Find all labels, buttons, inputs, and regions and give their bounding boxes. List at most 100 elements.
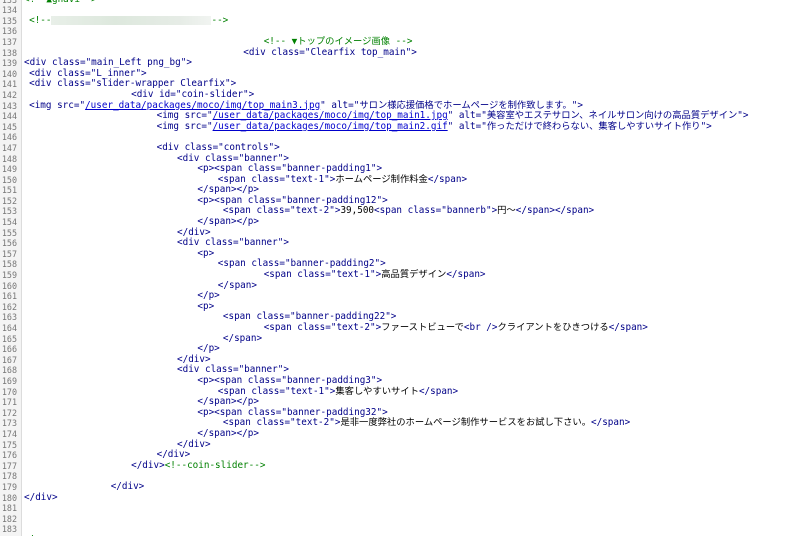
code-text: </div> xyxy=(24,492,58,504)
html-tag: </span> xyxy=(446,269,486,281)
src-link[interactable]: /user_data/packages/moco/img/top_main1.j… xyxy=(213,110,448,121)
html-tag: <span class="text-2"> xyxy=(263,322,382,334)
code-line: 159 <span class="text-1">高品質デザイン</span> xyxy=(0,269,800,281)
html-tag: <p><span class="banner-padding12"> xyxy=(197,194,388,206)
html-tag: </p> xyxy=(197,290,220,302)
code-text: <span class="text-2">39,500<span class="… xyxy=(24,206,594,217)
text-content: 集客しやすいサイト xyxy=(335,385,419,397)
line-number: 146 xyxy=(1,132,17,143)
line-number: 159 xyxy=(1,270,17,281)
code-line: 164 <span class="text-2">ファーストビューで<br />ク… xyxy=(0,322,800,334)
html-tag: <div class="banner"> xyxy=(177,237,289,249)
code-line: 180 </div> xyxy=(0,492,800,504)
line-number: 178 xyxy=(1,471,17,482)
line-number: 134 xyxy=(1,5,17,16)
code-text: <span class="text-2">ファーストビューで<br />クライア… xyxy=(24,322,648,334)
html-tag: </div> xyxy=(131,459,165,471)
line-number: 135 xyxy=(1,15,17,26)
code-line: 177 </div><!--coin-slider--> xyxy=(0,459,800,472)
line-number: 141 xyxy=(1,79,17,90)
html-tag: " alt="サロン様応援価格でホームページを制作致します。"> xyxy=(320,99,583,111)
text-content: 是非一度弊社のホームページ制作サービスをお試し下さい。 xyxy=(340,417,591,429)
line-number: 154 xyxy=(1,217,17,228)
html-tag: <p> xyxy=(197,247,215,259)
code-line: 154 </span></p> xyxy=(0,216,800,228)
line-number: 151 xyxy=(1,185,17,196)
code-line: 156 <div class="banner"> xyxy=(0,237,800,249)
html-tag: <span class="bannerb"> xyxy=(374,205,498,217)
code-text: <p> xyxy=(24,247,215,260)
line-number: 172 xyxy=(1,407,17,418)
line-number: 166 xyxy=(1,344,17,355)
html-tag: <div id="coin-slider"> xyxy=(131,88,255,100)
text-content: 高品質デザイン xyxy=(381,269,447,281)
html-tag: <p><span class="banner-padding1"> xyxy=(197,163,383,175)
code-line: 170 <span class="text-1">集客しやすいサイト</span> xyxy=(0,385,800,398)
html-comment: --> xyxy=(211,14,229,26)
line-number: 136 xyxy=(1,26,17,37)
code-line: 153 <span class="text-2">39,500<span clas… xyxy=(0,206,800,217)
html-tag: <p><span class="banner-padding3"> xyxy=(197,374,383,386)
code-line: 145 <img src="/user_data/packages/moco/im… xyxy=(0,120,800,133)
html-tag: <div class="main_Left png_bg"> xyxy=(24,57,192,69)
html-tag: </span> xyxy=(427,173,468,185)
line-number: 176 xyxy=(1,450,17,461)
html-comment: <!--coin-slider--> xyxy=(164,459,266,471)
html-tag: </span></span> xyxy=(515,205,595,217)
line-number: 156 xyxy=(1,238,17,249)
line-number: 150 xyxy=(1,174,17,185)
html-tag: <span class="text-1"> xyxy=(217,385,336,397)
code-line: 171 </span></p> xyxy=(0,396,800,408)
html-tag: </span></p> xyxy=(197,396,259,408)
code-line: 162 <p> xyxy=(0,301,800,313)
html-tag: </p> xyxy=(197,343,220,355)
code-text: </span> xyxy=(24,279,257,292)
html-comment: <!-- xyxy=(29,14,52,26)
code-line: 147 <div class="controls"> xyxy=(0,142,800,154)
line-number: 149 xyxy=(1,164,17,175)
code-line: 161 </p> xyxy=(0,290,800,302)
line-number: 153 xyxy=(1,206,17,217)
line-number: 160 xyxy=(1,280,17,291)
line-number: 162 xyxy=(1,301,17,312)
html-tag: </div> xyxy=(177,353,211,365)
src-link[interactable]: /user_data/packages/moco/img/top_main2.g… xyxy=(213,121,448,132)
html-tag: </span> xyxy=(217,279,257,291)
code-line: 167 </div> xyxy=(0,353,800,366)
html-tag: <div class="banner"> xyxy=(177,152,289,164)
line-number: 179 xyxy=(1,481,17,492)
line-number: 137 xyxy=(1,36,17,47)
code-text: </span></p> xyxy=(24,428,259,440)
redacted-text xyxy=(51,15,212,25)
html-tag: <span class="banner-padding2"> xyxy=(217,258,386,270)
code-line: 173 <span class="text-2">是非一度弊社のホームページ制作サ… xyxy=(0,418,800,429)
html-tag: <div class="Clearfix top_main"> xyxy=(243,46,417,58)
code-line: 157 <p> xyxy=(0,247,800,260)
code-line: 151 </span></p> xyxy=(0,184,800,196)
line-number: 140 xyxy=(1,68,17,79)
code-line: 175 </div> xyxy=(0,439,800,451)
line-number: 164 xyxy=(1,323,17,334)
line-number: 143 xyxy=(1,100,17,111)
html-tag: </span> xyxy=(222,332,263,344)
line-number: 152 xyxy=(1,195,17,206)
html-tag: <span class="text-2"> xyxy=(222,417,341,429)
html-tag: " alt="作っただけで終わらない、集客しやすいサイト作り"> xyxy=(447,120,712,132)
line-number: 139 xyxy=(1,58,17,69)
line-number: 183 xyxy=(1,524,17,535)
html-tag: <span class="text-1"> xyxy=(263,269,382,281)
src-link[interactable]: /user_data/packages/moco/img/top_main3.j… xyxy=(85,100,320,111)
text-content: 円～ xyxy=(497,205,516,217)
code-line: 183 xyxy=(0,524,800,535)
code-line: 181 xyxy=(0,503,800,514)
line-number: 182 xyxy=(1,513,17,524)
code-line: 166 </p> xyxy=(0,343,800,355)
line-number: 165 xyxy=(1,333,17,344)
code-text: </span></p> xyxy=(24,216,259,228)
line-number: 142 xyxy=(1,89,17,100)
html-tag: <span class="text-1"> xyxy=(217,173,336,185)
line-number: 144 xyxy=(1,111,17,122)
text-content: ファーストビューで xyxy=(381,322,464,334)
html-tag: </div> xyxy=(177,226,211,238)
code-text: <p> xyxy=(24,301,214,313)
